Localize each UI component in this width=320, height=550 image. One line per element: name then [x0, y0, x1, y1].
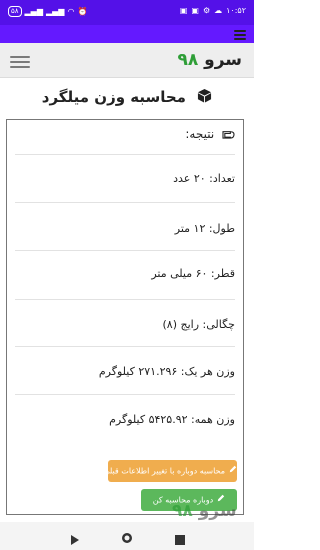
logo-text: سرو — [204, 50, 242, 70]
site-logo[interactable]: سرو ۹۸ — [177, 50, 242, 70]
battery-indicator: ۵۸ — [8, 6, 22, 17]
result-card: نتیجه: تعداد: ۲۰ عدد طول: ۱۲ متر قطر: ۶۰… — [6, 119, 244, 515]
watermark-number: ۹۸ — [172, 501, 193, 521]
page-title-text: محاسبه وزن میلگرد — [41, 88, 186, 106]
status-left: ۵۸ ▂▄▆ ▂▄▆ ◠ ⏰ — [8, 6, 87, 17]
signal-icon: ▂▄▆ — [24, 7, 43, 16]
page-title: محاسبه وزن میلگرد — [0, 88, 254, 107]
hand-pointing-icon — [222, 128, 235, 142]
divider — [15, 346, 235, 347]
result-row-length: طول: ۱۲ متر — [174, 222, 235, 235]
result-row-count: تعداد: ۲۰ عدد — [173, 172, 235, 185]
status-right: ▣ ▣ ⚙ ☁ ۱۰:۵۲ — [180, 6, 246, 15]
home-button[interactable] — [121, 529, 133, 548]
result-row-unit-weight: وزن هر یک: ۲۷۱.۲۹۶ کیلوگرم — [98, 365, 235, 378]
divider — [15, 202, 235, 203]
status-bar: ۵۸ ▂▄▆ ▂▄▆ ◠ ⏰ ▣ ▣ ⚙ ☁ ۱۰:۵۲ — [0, 0, 254, 25]
cube-icon — [197, 88, 212, 107]
divider — [15, 154, 235, 155]
hamburger-menu-button[interactable] — [10, 53, 30, 68]
site-header: سرو ۹۸ — [0, 43, 254, 78]
notification-icon-2: ▣ — [191, 6, 199, 15]
recent-apps-button[interactable] — [175, 530, 185, 549]
result-heading: نتیجه: — [15, 127, 235, 142]
recalc-with-changes-button[interactable]: محاسبه دوباره با تغییر اطلاعات قبلی — [103, 460, 237, 482]
back-button[interactable] — [70, 530, 80, 549]
result-heading-text: نتیجه: — [185, 127, 215, 141]
result-row-total-weight: وزن همه: ۵۴۲۵.۹۲ کیلوگرم — [109, 413, 235, 426]
divider — [15, 299, 235, 300]
watermark-text: سرو — [198, 501, 237, 521]
logo-number: ۹۸ — [177, 50, 199, 70]
alarm-icon: ⏰ — [77, 7, 88, 16]
app-menu-icon[interactable] — [234, 28, 246, 40]
wifi-icon: ◠ — [67, 7, 75, 16]
result-row-density: چگالی: رایج (۸) — [162, 318, 236, 331]
notification-icon: ▣ — [179, 6, 188, 15]
watermark-logo: سرو ۹۸ — [172, 501, 237, 521]
app-bar — [0, 25, 254, 43]
signal-icon-2: ▂▄▆ — [46, 7, 65, 16]
usb-icon: ⚙ — [202, 6, 211, 15]
cloud-icon: ☁ — [214, 6, 223, 15]
recalc-with-changes-label: محاسبه دوباره با تغییر اطلاعات قبلی — [103, 466, 225, 476]
divider — [15, 250, 235, 251]
system-nav-bar — [0, 522, 254, 550]
divider — [15, 394, 235, 395]
result-row-diameter: قطر: ۶۰ میلی متر — [151, 267, 235, 280]
status-time: ۱۰:۵۲ — [226, 6, 246, 15]
pencil-icon — [229, 460, 237, 482]
